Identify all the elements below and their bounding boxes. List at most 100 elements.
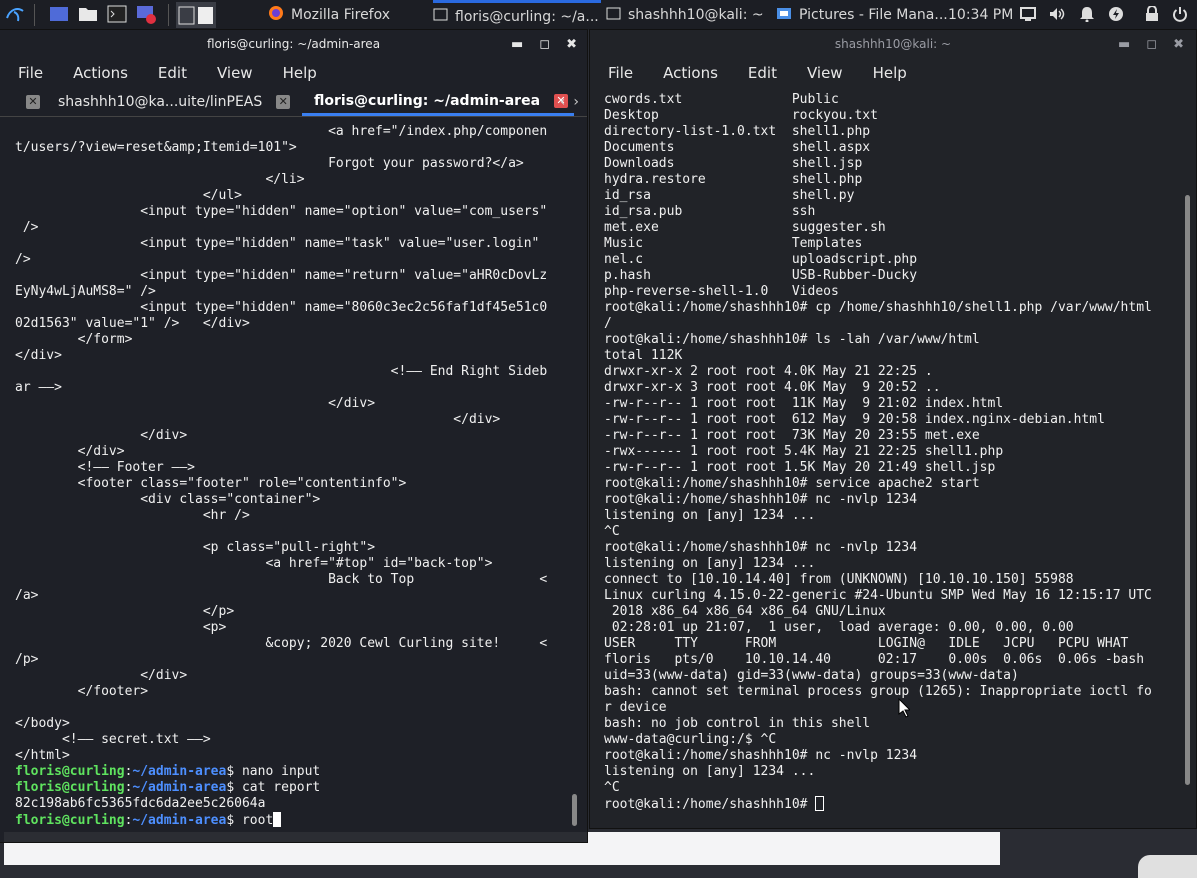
terminal-line: </p> — [15, 604, 235, 619]
terminal-line: -rw-r--r-- 1 root root 612 May 9 20:58 i… — [604, 412, 1105, 427]
terminal-line: hydra.restore shell.php — [604, 172, 863, 187]
terminal-line: <input type="hidden" name="task" value="… — [15, 236, 540, 251]
terminal-launcher-icon[interactable] — [106, 3, 128, 25]
window-title: floris@curling: ~/admin-area — [206, 37, 381, 51]
task-floris-terminal[interactable]: floris@curling: ~/a... — [433, 0, 601, 30]
terminal-line: cwords.txt Public — [604, 92, 839, 107]
tab-close-icon[interactable]: ✕ — [26, 95, 40, 109]
terminal-line: root@kali:/home/shashhh10# service apach… — [604, 476, 980, 491]
prompt-symbol: $ — [226, 780, 242, 795]
command-text: root — [241, 813, 274, 828]
task-kali-terminal[interactable]: shashhh10@kali: ~ — [606, 0, 764, 30]
terminal-line: /a> — [15, 588, 39, 603]
scrollbar-thumb[interactable] — [1185, 195, 1190, 785]
terminal-line: bash: cannot set terminal process group … — [604, 684, 1152, 699]
menu-file[interactable]: File — [0, 64, 55, 82]
logout-power-icon[interactable] — [1172, 6, 1188, 22]
menu-view[interactable]: View — [199, 64, 265, 82]
menu-actions[interactable]: Actions — [55, 64, 140, 82]
terminal-line: nel.c uploadscript.php — [604, 252, 918, 267]
terminal-line: 2018 x86_64 x86_64 x86_64 GNU/Linux — [604, 604, 886, 619]
close-button[interactable]: ✖ — [1173, 37, 1184, 52]
terminal-line: r device — [604, 700, 667, 715]
terminal-line: met.exe suggester.sh — [604, 220, 886, 235]
terminal-line: drwxr-xr-x 3 root root 4.0K May 9 20:52 … — [604, 380, 941, 395]
task-file-manager[interactable]: Pictures - File Mana... — [776, 0, 948, 30]
terminal-line: root@kali:/home/shashhh10# nc -nvlp 1234 — [604, 540, 918, 555]
terminal-line: </html> — [15, 748, 70, 763]
terminal-line: uid=33(www-data) gid=33(www-data) groups… — [604, 668, 1019, 683]
prompt-line: floris@curling:~/admin-area$ nano input — [15, 764, 547, 780]
menu-help[interactable]: Help — [265, 64, 329, 82]
terminal-line: id_rsa shell.py — [604, 188, 855, 203]
terminal-line: id_rsa.pub ssh — [604, 204, 816, 219]
tab-scroll-right-icon[interactable]: › — [573, 94, 579, 110]
tab-scroll-left-icon[interactable]: ‹ — [560, 94, 566, 110]
lock-screen-icon[interactable] — [1144, 5, 1160, 22]
terminal-line: /> — [15, 252, 31, 267]
power-manager-icon[interactable] — [1108, 6, 1124, 22]
terminal-line: root@kali:/home/shashhh10# nc -nvlp 1234 — [604, 748, 918, 763]
menu-bar: File Actions Edit View Help — [0, 58, 587, 88]
terminal-line: 02:28:01 up 21:07, 1 user, load average:… — [604, 620, 1074, 635]
menu-edit[interactable]: Edit — [140, 64, 199, 82]
close-button[interactable]: ✖ — [566, 37, 577, 52]
terminal-line: <!—— secret.txt ——> — [15, 732, 211, 747]
terminal-line: <hr /> — [15, 508, 250, 523]
minimize-button[interactable]: ▬ — [1118, 37, 1130, 52]
menu-view[interactable]: View — [789, 64, 855, 82]
show-desktop-icon[interactable] — [48, 3, 70, 25]
terminal-line: directory-list-1.0.txt shell1.php — [604, 124, 871, 139]
terminal-line: Back to Top < — [15, 572, 548, 587]
terminal-line: root@kali:/home/shashhh10# cp /home/shas… — [604, 300, 1152, 315]
terminal-window-icon — [606, 7, 621, 24]
prompt-line: floris@curling:~/admin-area$ root — [15, 812, 547, 828]
terminal-window-floris[interactable]: floris@curling: ~/admin-area ▬ ◻ ✖ File … — [0, 30, 587, 842]
terminal-line: -rw-r--r-- 1 root root 1.5K May 20 21:49… — [604, 460, 996, 475]
terminal-line: </div> — [15, 412, 501, 427]
tab-linpeas-label: shashhh10@ka...uite/linPEAS — [58, 94, 263, 110]
display-icon[interactable] — [1020, 6, 1036, 22]
notifications-bell-icon[interactable] — [1079, 6, 1095, 23]
terminal-line: drwxr-xr-x 2 root root 4.0K May 21 22:25… — [604, 364, 933, 379]
maximize-button[interactable]: ◻ — [539, 37, 550, 52]
firefox-icon — [268, 5, 284, 25]
file-manager-icon[interactable] — [77, 3, 99, 25]
task-firefox[interactable]: Mozilla Firefox — [268, 0, 390, 30]
task-kali-label: shashhh10@kali: ~ — [628, 7, 764, 23]
terminal-line: bash: no job control in this shell — [604, 716, 871, 731]
maximize-button[interactable]: ◻ — [1146, 37, 1157, 52]
menu-actions[interactable]: Actions — [645, 64, 730, 82]
tab-admin-area[interactable]: floris@curling: ~/admin-area ✕ — [302, 88, 575, 116]
workspace-switcher[interactable] — [176, 2, 216, 28]
terminal-output[interactable]: <a href="/index.php/componen t/users/?vie… — [15, 124, 547, 828]
terminal-line: <input type="hidden" name="option" value… — [15, 204, 548, 219]
terminal-line: </form> — [15, 332, 133, 347]
menu-edit[interactable]: Edit — [730, 64, 789, 82]
menu-help[interactable]: Help — [855, 64, 919, 82]
clock[interactable]: 10:34 PM — [948, 0, 1013, 30]
kali-menu-icon[interactable] — [4, 3, 26, 25]
terminal-window-kali[interactable]: shashhh10@kali: ~ ▬ ◻ ✖ File Actions Edi… — [590, 30, 1196, 828]
terminal-output[interactable]: cwords.txt Public Desktop rockyou.txt dire… — [604, 92, 1152, 812]
terminal-line: <!—— Footer ——> — [15, 460, 196, 475]
terminal-line: <!—— End Right Sideb — [15, 364, 548, 379]
menu-file[interactable]: File — [590, 64, 645, 82]
terminal-line: <a href="#top" id="back-top"> — [15, 556, 493, 571]
screen-recorder-icon[interactable] — [135, 3, 157, 25]
prompt-path: ~/admin-area — [132, 764, 227, 779]
volume-icon[interactable] — [1049, 6, 1065, 22]
terminal-line: Music Templates — [604, 236, 863, 251]
terminal-line: <footer class="footer" role="contentinfo… — [15, 476, 407, 491]
window-title: shashhh10@kali: ~ — [834, 37, 952, 51]
terminal-line: </div> — [15, 348, 62, 363]
terminal-line: p.hash USB-Rubber-Ducky — [604, 268, 918, 283]
tab-admin-area-label: floris@curling: ~/admin-area — [314, 92, 541, 109]
tab-close-icon[interactable]: ✕ — [276, 95, 291, 109]
command-text: nano input — [241, 764, 321, 779]
scrollbar-thumb[interactable] — [572, 794, 577, 826]
minimize-button[interactable]: ▬ — [511, 37, 523, 52]
tab-linpeas[interactable]: ✕ shashhh10@ka...uite/linPEAS ✕ — [26, 88, 291, 116]
terminal-line: Linux curling 4.15.0-22-generic #24-Ubun… — [604, 588, 1152, 603]
terminal-line: -rw-r--r-- 1 root root 73K May 20 23:55 … — [604, 428, 980, 443]
